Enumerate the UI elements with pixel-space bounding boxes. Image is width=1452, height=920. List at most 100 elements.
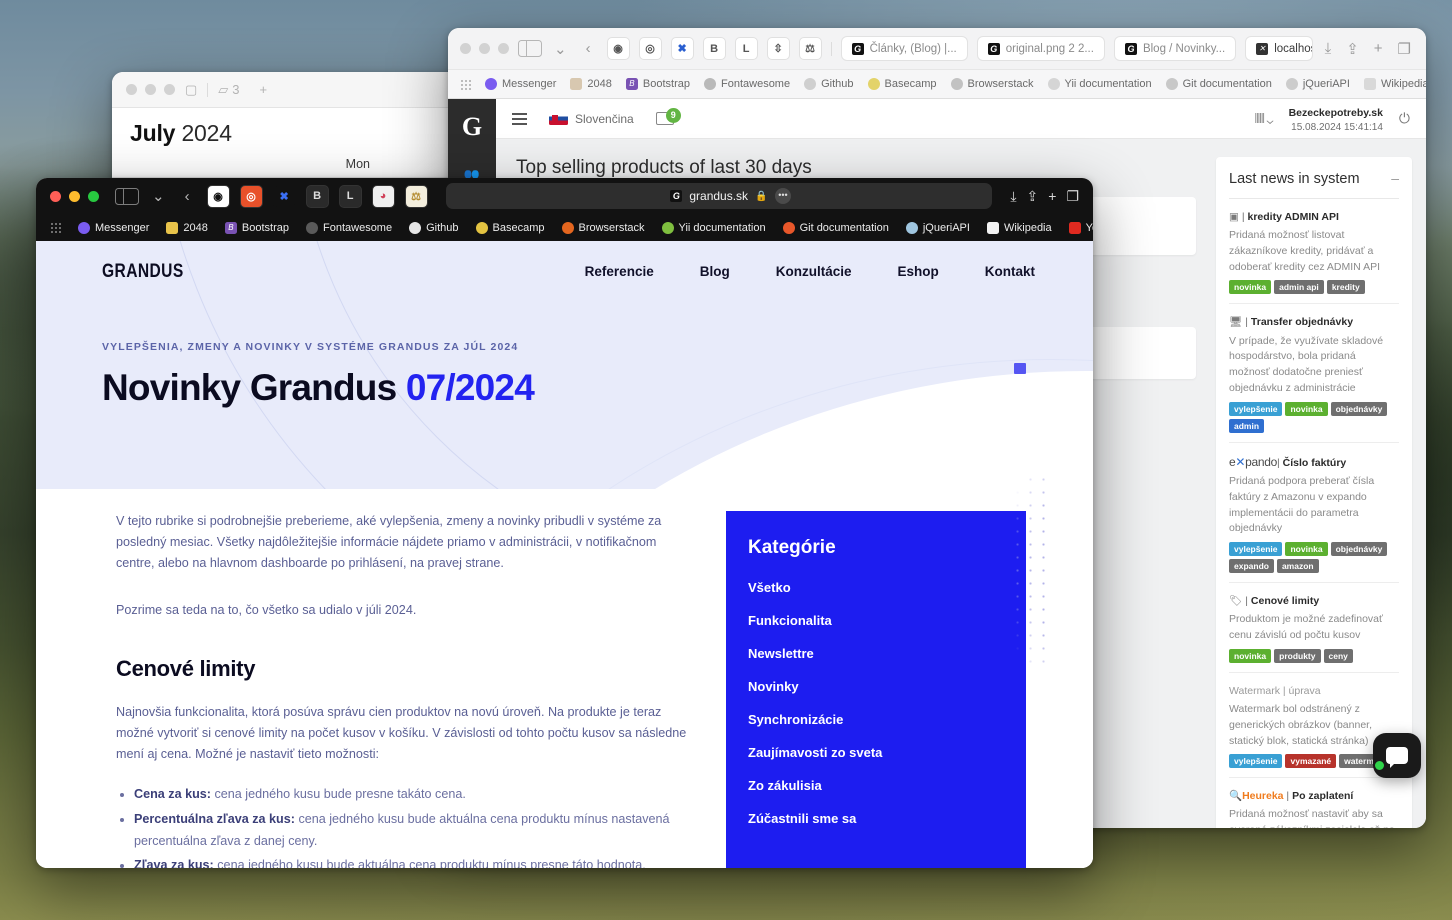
nav-item-konzultacie[interactable]: Konzultácie [776, 263, 852, 281]
category-link[interactable]: Všetko [748, 580, 791, 595]
bookmark-browserstack[interactable]: Browserstack [950, 78, 1034, 90]
bookmark-basecamp[interactable]: Basecamp [867, 78, 937, 90]
bookmark-fontawesome[interactable]: Fontawesome [306, 221, 392, 234]
github-icon[interactable]: ◉ [606, 37, 630, 60]
category-link[interactable]: Newslettre [748, 646, 814, 661]
bookmarks-grid-icon[interactable] [460, 78, 471, 90]
site-logo[interactable]: GRANDUS [102, 261, 184, 283]
tag[interactable]: produkty [1274, 648, 1321, 663]
downloads-icon[interactable]: ⤓ [1010, 188, 1016, 205]
nav-item-kontakt[interactable]: Kontakt [985, 263, 1035, 281]
tab-overview-icon[interactable]: ❐ [1395, 40, 1414, 58]
xdebug-icon[interactable]: ✖ [670, 37, 694, 60]
tag[interactable]: ceny [1323, 648, 1353, 663]
address-bar[interactable]: G grandus.sk 🔒 ••• [445, 183, 993, 209]
bookmark-jqueryapi[interactable]: jQueriAPI [905, 221, 970, 234]
language-selector[interactable]: Slovenčina [549, 112, 634, 126]
sidebar-icon[interactable]: ▢ [185, 82, 197, 98]
bookmarks-bar-front[interactable]: Messenger 2048 B Bootstrap Fontawesome Gi… [36, 214, 1093, 241]
category-item[interactable]: Synchronizácie [748, 711, 1004, 729]
sidebar-icon[interactable] [115, 187, 139, 205]
nav-item-blog[interactable]: Blog [700, 263, 730, 281]
tag[interactable]: vylepšenie [1229, 542, 1283, 557]
extension-icon[interactable]: ◎ [239, 184, 263, 208]
category-link[interactable]: Novinky [748, 679, 799, 694]
back-icon[interactable]: ‹ [583, 40, 594, 57]
tag[interactable]: novinka [1229, 280, 1272, 295]
bookmark-jqueryapi[interactable]: jQueriAPI [1285, 78, 1350, 90]
category-link[interactable]: Zaujímavosti zo sveta [748, 745, 882, 760]
window-controls[interactable] [126, 84, 175, 95]
nav-link[interactable]: Eshop [897, 264, 938, 279]
bootstrap-icon[interactable]: B [702, 37, 726, 60]
back-icon[interactable]: ‹ [182, 188, 193, 205]
bookmark-git[interactable]: Git documentation [782, 221, 889, 234]
bookmark-bootstrap[interactable]: B Bootstrap [625, 78, 690, 90]
category-link[interactable]: Funkcionalita [748, 613, 832, 628]
tag[interactable]: novinka [1229, 648, 1272, 663]
nav-item-referencie[interactable]: Referencie [585, 263, 654, 281]
category-item[interactable]: Novinky [748, 678, 1004, 696]
news-item[interactable]: 🖥 | Transfer objednávky V prípade, že vy… [1229, 304, 1399, 443]
bookmark-2048[interactable]: 2048 [166, 221, 208, 234]
law-icon[interactable]: ⚖ [404, 184, 428, 208]
lightbox-icon[interactable]: L [734, 37, 758, 60]
tab-group-icon[interactable]: ▱ 3 [218, 82, 239, 98]
bookmark-messenger[interactable]: Messenger [485, 78, 556, 90]
category-item[interactable]: Zúčastnili sme sa [748, 810, 1004, 828]
bookmarks-grid-icon[interactable] [50, 222, 61, 233]
browser-tab-active[interactable]: localhost [1245, 36, 1313, 61]
bootstrap-icon[interactable]: B [305, 184, 329, 208]
bookmark-yii[interactable]: Yii documentation [1047, 78, 1152, 90]
bookmark-wikipedia[interactable]: Wikipedia [986, 221, 1052, 234]
bookmark-2048[interactable]: 2048 [570, 78, 612, 90]
tag[interactable]: admin [1229, 418, 1265, 433]
admin-logo[interactable]: G [448, 99, 496, 155]
messages-icon[interactable]: 9 [655, 108, 681, 125]
nav-link[interactable]: Kontakt [985, 264, 1035, 279]
browser-tab[interactable]: G Články, (Blog) |... [840, 36, 968, 61]
settings-sliders-icon[interactable]: ⦀⦀ ⌄ [1254, 111, 1273, 127]
share-icon[interactable]: ⇪ [1027, 188, 1039, 205]
window-controls[interactable] [50, 190, 99, 202]
new-tab-icon[interactable]: + [1371, 40, 1386, 57]
bookmark-github[interactable]: Github [804, 78, 854, 90]
news-item[interactable]: e✕pando| Číslo faktúry Pridaná podpora p… [1229, 443, 1399, 584]
bookmark-fontawesome[interactable]: Fontawesome [704, 78, 790, 90]
tag[interactable]: expando [1229, 559, 1274, 574]
bookmark-youtube[interactable]: YouTube [1068, 221, 1093, 234]
category-link[interactable]: Zúčastnili sme sa [748, 811, 856, 826]
new-tab-icon[interactable]: + [1048, 188, 1056, 204]
news-item[interactable]: ▣ | kredity ADMIN API Pridaná možnosť li… [1229, 199, 1399, 305]
page-menu-icon[interactable]: ••• [774, 188, 791, 204]
browser-tab[interactable]: Goriginal.png 2 2... [976, 36, 1105, 61]
chevron-down-icon[interactable]: ⌄ [551, 40, 570, 58]
category-link[interactable]: Zo zákulisia [748, 778, 822, 793]
tag[interactable]: admin api [1274, 280, 1324, 295]
menu-toggle-icon[interactable] [512, 110, 527, 128]
colorpicker-icon[interactable]: ◕ [371, 184, 395, 208]
tag[interactable]: objednávky [1330, 542, 1388, 557]
window-controls[interactable] [460, 43, 509, 54]
category-link[interactable]: Synchronizácie [748, 712, 843, 727]
nav-link[interactable]: Referencie [585, 264, 654, 279]
tag[interactable]: novinka [1285, 542, 1328, 557]
category-item[interactable]: Zaujímavosti zo sveta [748, 744, 1004, 762]
bookmarks-bar-admin[interactable]: Messenger 2048 B Bootstrap Fontawesome Gi… [448, 69, 1426, 98]
news-item[interactable]: 🏷 | Cenové limity Produktom je možné zad… [1229, 583, 1399, 673]
browser-tab[interactable]: G Blog / Novinky... [1113, 36, 1237, 61]
nav-item-eshop[interactable]: Eshop [897, 263, 938, 281]
tab-overview-icon[interactable]: ❐ [1066, 188, 1079, 205]
github-icon[interactable]: ◉ [206, 184, 230, 208]
user-info[interactable]: Bezeckepotreby.sk 15.08.2024 15:41:14 [1289, 102, 1383, 135]
tag[interactable]: vylepšenie [1229, 401, 1283, 416]
bookmark-git[interactable]: Git documentation [1165, 78, 1272, 90]
lightbox-icon[interactable]: L [338, 184, 362, 208]
bookmark-bootstrap[interactable]: B Bootstrap [224, 221, 289, 234]
bookmark-yii[interactable]: Yii documentation [661, 221, 766, 234]
tag[interactable]: amazon [1276, 559, 1319, 574]
bookmark-wikipedia[interactable]: Wikipedia [1363, 78, 1426, 90]
new-tab-icon[interactable]: + [260, 82, 268, 97]
bookmark-browserstack[interactable]: Browserstack [561, 221, 645, 234]
logout-icon[interactable]: ⏻ [1399, 110, 1410, 127]
